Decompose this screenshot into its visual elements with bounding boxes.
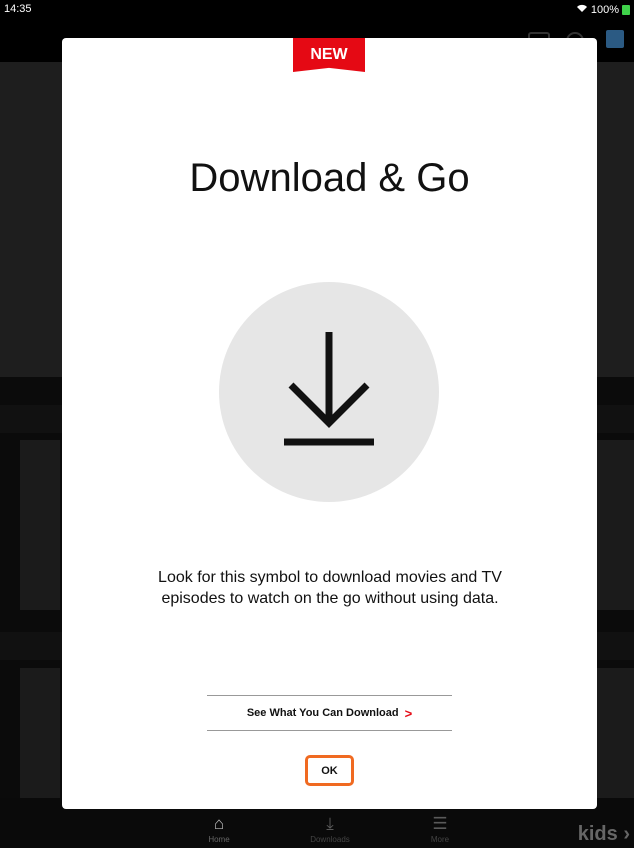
battery-percentage: 100% (590, 3, 619, 16)
background-tile (20, 668, 60, 798)
background-tile (597, 440, 634, 610)
home-icon: ⌂ (213, 814, 225, 833)
modal-description: Look for this symbol to download movies … (158, 569, 502, 607)
clock: 14:35 (4, 3, 32, 15)
status-bar: 14:35 100% (0, 0, 634, 20)
chevron-right-icon: > (404, 705, 413, 721)
see-what-you-can-download-link[interactable]: See What You Can Download > (207, 695, 452, 731)
background-tile (597, 668, 634, 798)
status-indicators: 100% (576, 3, 630, 16)
wifi-icon (576, 3, 588, 16)
tab-more: ☰ More (400, 814, 480, 844)
battery-icon (622, 4, 630, 15)
download-icon-circle (219, 282, 439, 502)
menu-icon: ☰ (432, 814, 448, 833)
tab-downloads: ⤓ Downloads (290, 814, 370, 844)
download-icon (284, 332, 374, 446)
link-label: See What You Can Download (246, 707, 399, 719)
ok-button[interactable]: OK (305, 755, 354, 786)
profile-avatar (606, 30, 624, 48)
modal-title: Download & Go (189, 156, 470, 200)
kids-link: kids › (577, 823, 630, 845)
tab-home: ⌂ Home (179, 814, 259, 844)
new-badge: NEW (293, 38, 365, 72)
download-and-go-modal: NEW Download & Go Look for this symbol t… (62, 38, 597, 809)
background-tile (20, 440, 60, 610)
download-icon: ⤓ (326, 814, 334, 833)
